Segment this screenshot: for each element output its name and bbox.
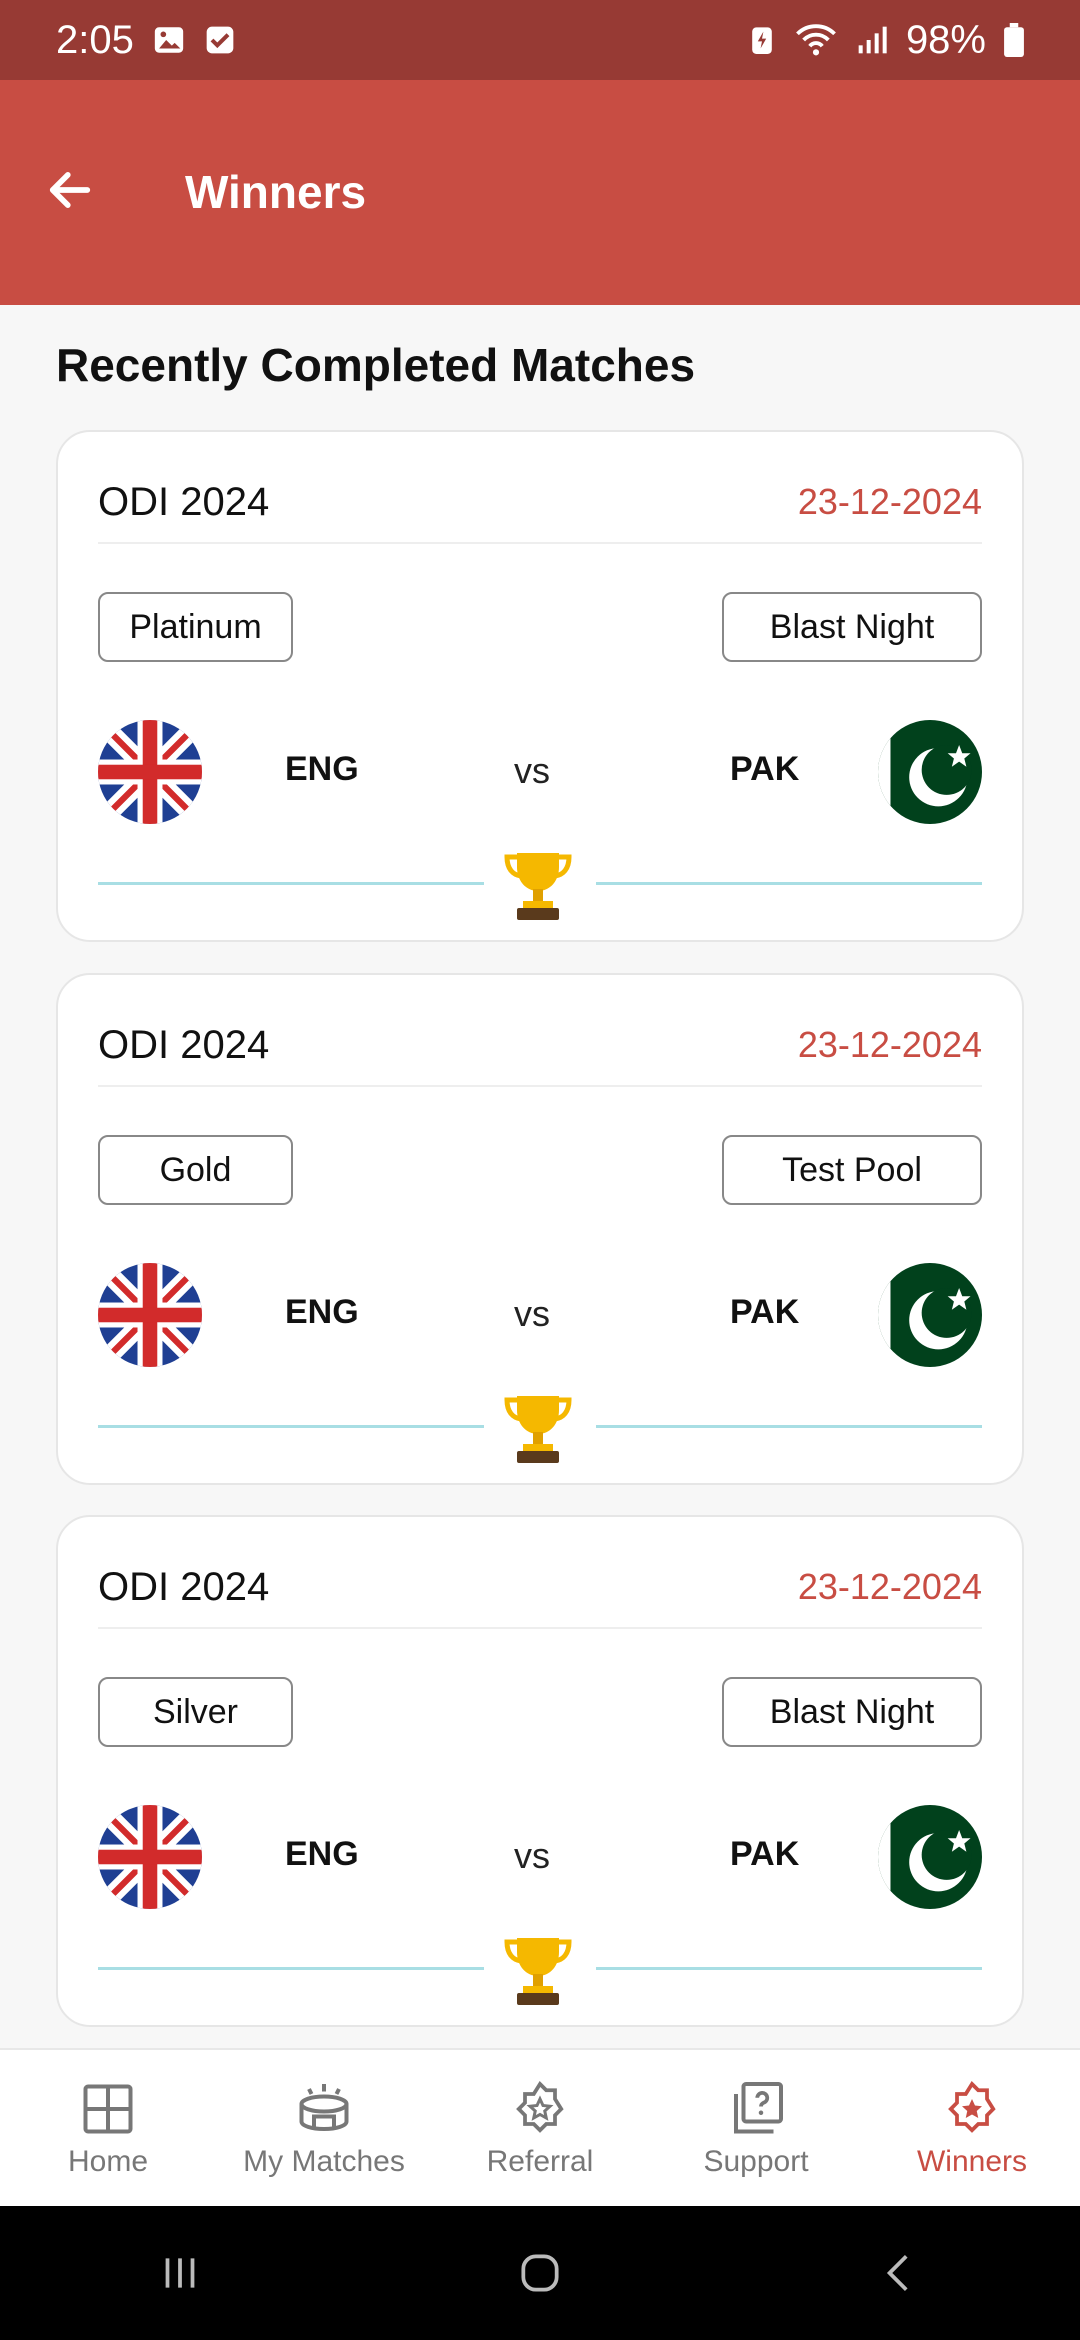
match-card[interactable]: ODI 2024 23-12-2024 Platinum Blast Night… [56,430,1024,942]
eng-flag-icon [98,1805,202,1909]
series-name: ODI 2024 [98,1564,270,1609]
nav-winners[interactable]: Winners [864,2050,1080,2208]
trophy-icon[interactable] [503,1932,573,2008]
recent-apps-icon [165,2258,195,2288]
image-icon [152,23,186,57]
team1-name: ENG [285,1293,359,1331]
vs-label: vs [514,750,550,791]
star-badge-icon [948,2081,996,2133]
divider-right [596,1967,982,1970]
home-grid-icon [83,2084,133,2134]
nav-label: My Matches [243,2145,405,2178]
page-title: Winners [185,166,367,218]
pool-tag: Blast Night [722,592,982,662]
nav-referral[interactable]: Referral [432,2050,648,2208]
trophy-icon[interactable] [503,847,573,923]
help-copy-icon [734,2082,783,2134]
tier-tag: Platinum [98,592,293,662]
divider-right [596,1425,982,1428]
series-name: ODI 2024 [98,479,270,524]
checkbox-icon [204,24,236,56]
pak-flag-icon [878,1805,982,1909]
nav-label: Winners [916,2145,1028,2178]
recent-apps-button[interactable] [140,2233,220,2313]
vs-label: vs [514,1835,550,1876]
match-card[interactable]: ODI 2024 23-12-2024 Gold Test Pool ENG v… [56,973,1024,1485]
divider-left [98,1967,484,1970]
wifi-icon [794,23,838,57]
nav-my-matches[interactable]: My Matches [216,2050,432,2208]
vs-label: vs [514,1293,550,1334]
status-bar: 2:05 98% [0,0,1080,80]
nav-label: Support [703,2145,809,2178]
arrow-left-icon [49,172,91,208]
bottom-nav: Home My Matches Referral Support Winners [0,2048,1080,2208]
battery-percent: 98% [905,17,986,62]
section-title: Recently Completed Matches [56,339,696,391]
tier-tag: Silver [98,1677,293,1747]
nav-label: Home [67,2145,149,2178]
team1-name: ENG [285,1835,359,1873]
team2-name: PAK [730,750,800,788]
eng-flag-icon [98,720,202,824]
nav-support[interactable]: Support [648,2050,864,2208]
battery-icon [1004,23,1024,57]
card-header: ODI 2024 23-12-2024 [98,462,982,544]
home-button[interactable] [500,2233,580,2313]
signal-icon [856,24,888,56]
match-date: 23-12-2024 [797,481,982,522]
match-date: 23-12-2024 [797,1566,982,1607]
home-circle-icon [521,2254,559,2292]
pak-flag-icon [878,1263,982,1367]
pool-tag: Test Pool [722,1135,982,1205]
tier-tag: Gold [98,1135,293,1205]
divider-right [596,882,982,885]
stadium-icon [299,2084,349,2132]
team2-name: PAK [730,1293,800,1331]
series-name: ODI 2024 [98,1022,270,1067]
match-card[interactable]: ODI 2024 23-12-2024 Silver Blast Night E… [56,1515,1024,2027]
divider-left [98,1425,484,1428]
app-bar: Winners [0,80,1080,305]
card-header: ODI 2024 23-12-2024 [98,1005,982,1087]
team2-name: PAK [730,1835,800,1873]
eng-flag-icon [98,1263,202,1367]
status-time: 2:05 [56,17,134,62]
star-badge-icon [516,2081,564,2133]
chevron-left-icon [886,2255,908,2291]
system-nav-bar [0,2206,1080,2340]
team1-name: ENG [285,750,359,788]
nav-home[interactable]: Home [0,2050,216,2208]
pool-tag: Blast Night [722,1677,982,1747]
card-header: ODI 2024 23-12-2024 [98,1547,982,1629]
match-date: 23-12-2024 [797,1024,982,1065]
back-button[interactable] [40,160,100,220]
battery-saver-icon [748,23,776,57]
nav-label: Referral [486,2145,594,2178]
trophy-icon[interactable] [503,1390,573,1466]
divider-left [98,882,484,885]
pak-flag-icon [878,720,982,824]
system-back-button[interactable] [860,2233,940,2313]
